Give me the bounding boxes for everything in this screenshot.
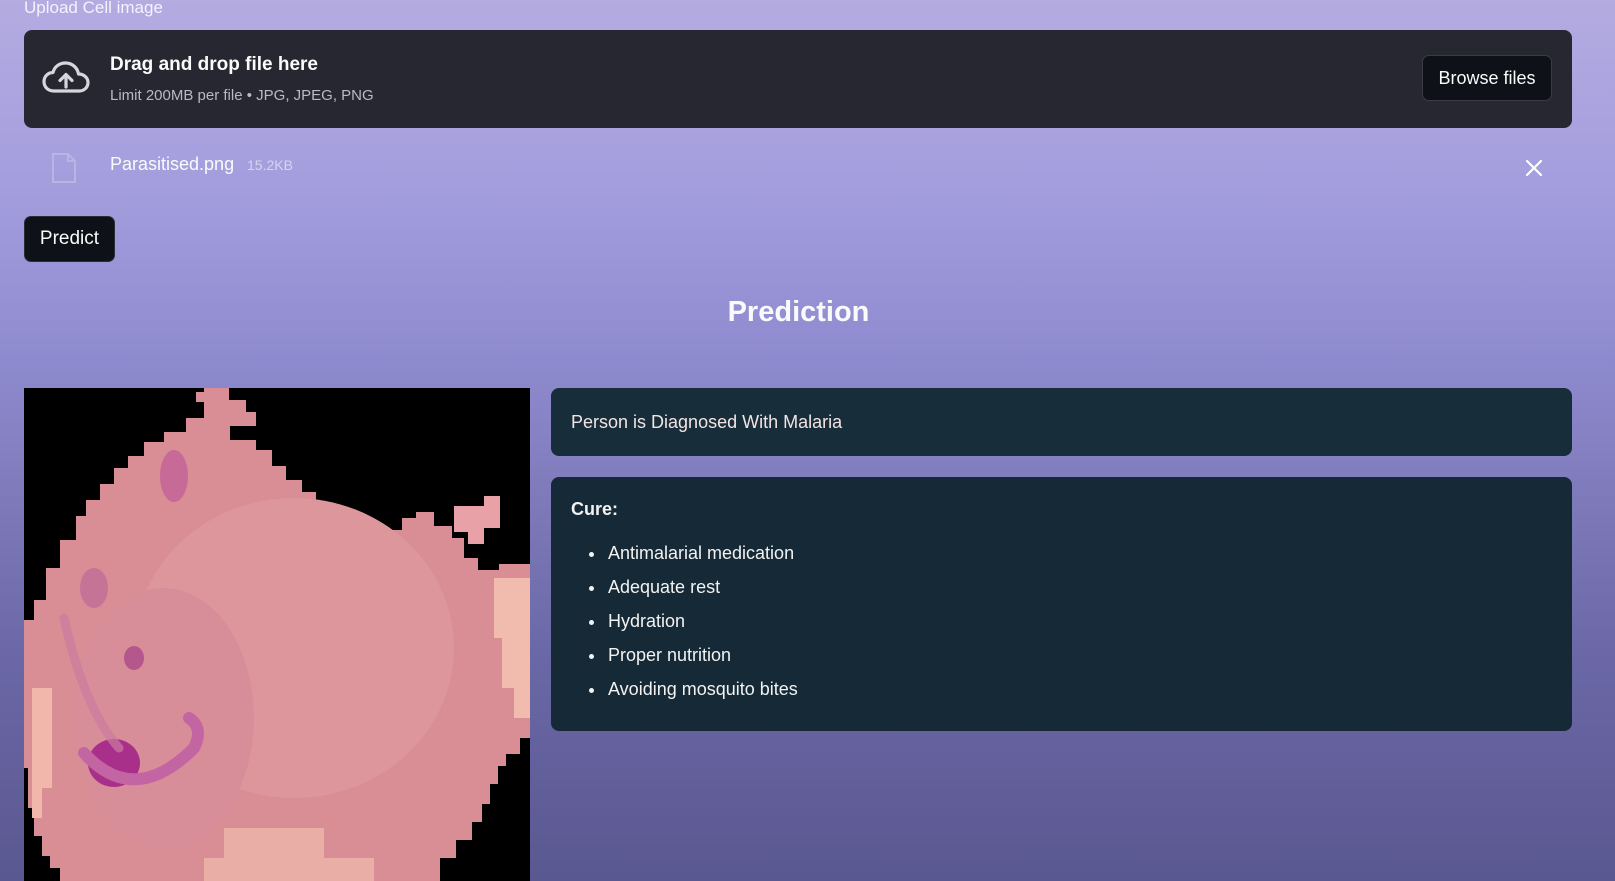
cure-title: Cure: — [571, 499, 619, 519]
list-item: Hydration — [606, 604, 1552, 638]
prediction-heading: Prediction — [727, 296, 870, 328]
cloud-upload-icon — [42, 61, 90, 93]
list-item: Avoiding mosquito bites — [606, 672, 1552, 706]
file-size: 15.2KB — [247, 157, 293, 173]
close-icon[interactable] — [1520, 154, 1548, 182]
list-item: Adequate rest — [606, 570, 1552, 604]
uploaded-file-row: Parasitised.png 15.2KB — [24, 142, 1572, 194]
dropzone-limit-text: Limit 200MB per file • JPG, JPEG, PNG — [110, 87, 374, 104]
cure-list: Antimalarial medication Adequate rest Hy… — [571, 536, 1552, 706]
diagnosis-result: Person is Diagnosed With Malaria — [551, 388, 1572, 456]
file-dropzone[interactable]: Drag and drop file here Limit 200MB per … — [24, 30, 1572, 128]
cell-image — [24, 388, 530, 881]
predict-button[interactable]: Predict — [24, 216, 115, 262]
list-item: Antimalarial medication — [606, 536, 1552, 570]
dropzone-title: Drag and drop file here — [110, 54, 318, 75]
upload-label: Upload Cell image — [24, 0, 163, 17]
browse-files-button[interactable]: Browse files — [1422, 55, 1552, 101]
file-name: Parasitised.png — [110, 154, 235, 174]
list-item: Proper nutrition — [606, 638, 1552, 672]
file-icon — [52, 153, 76, 183]
cure-panel: Cure: Antimalarial medication Adequate r… — [551, 477, 1572, 731]
